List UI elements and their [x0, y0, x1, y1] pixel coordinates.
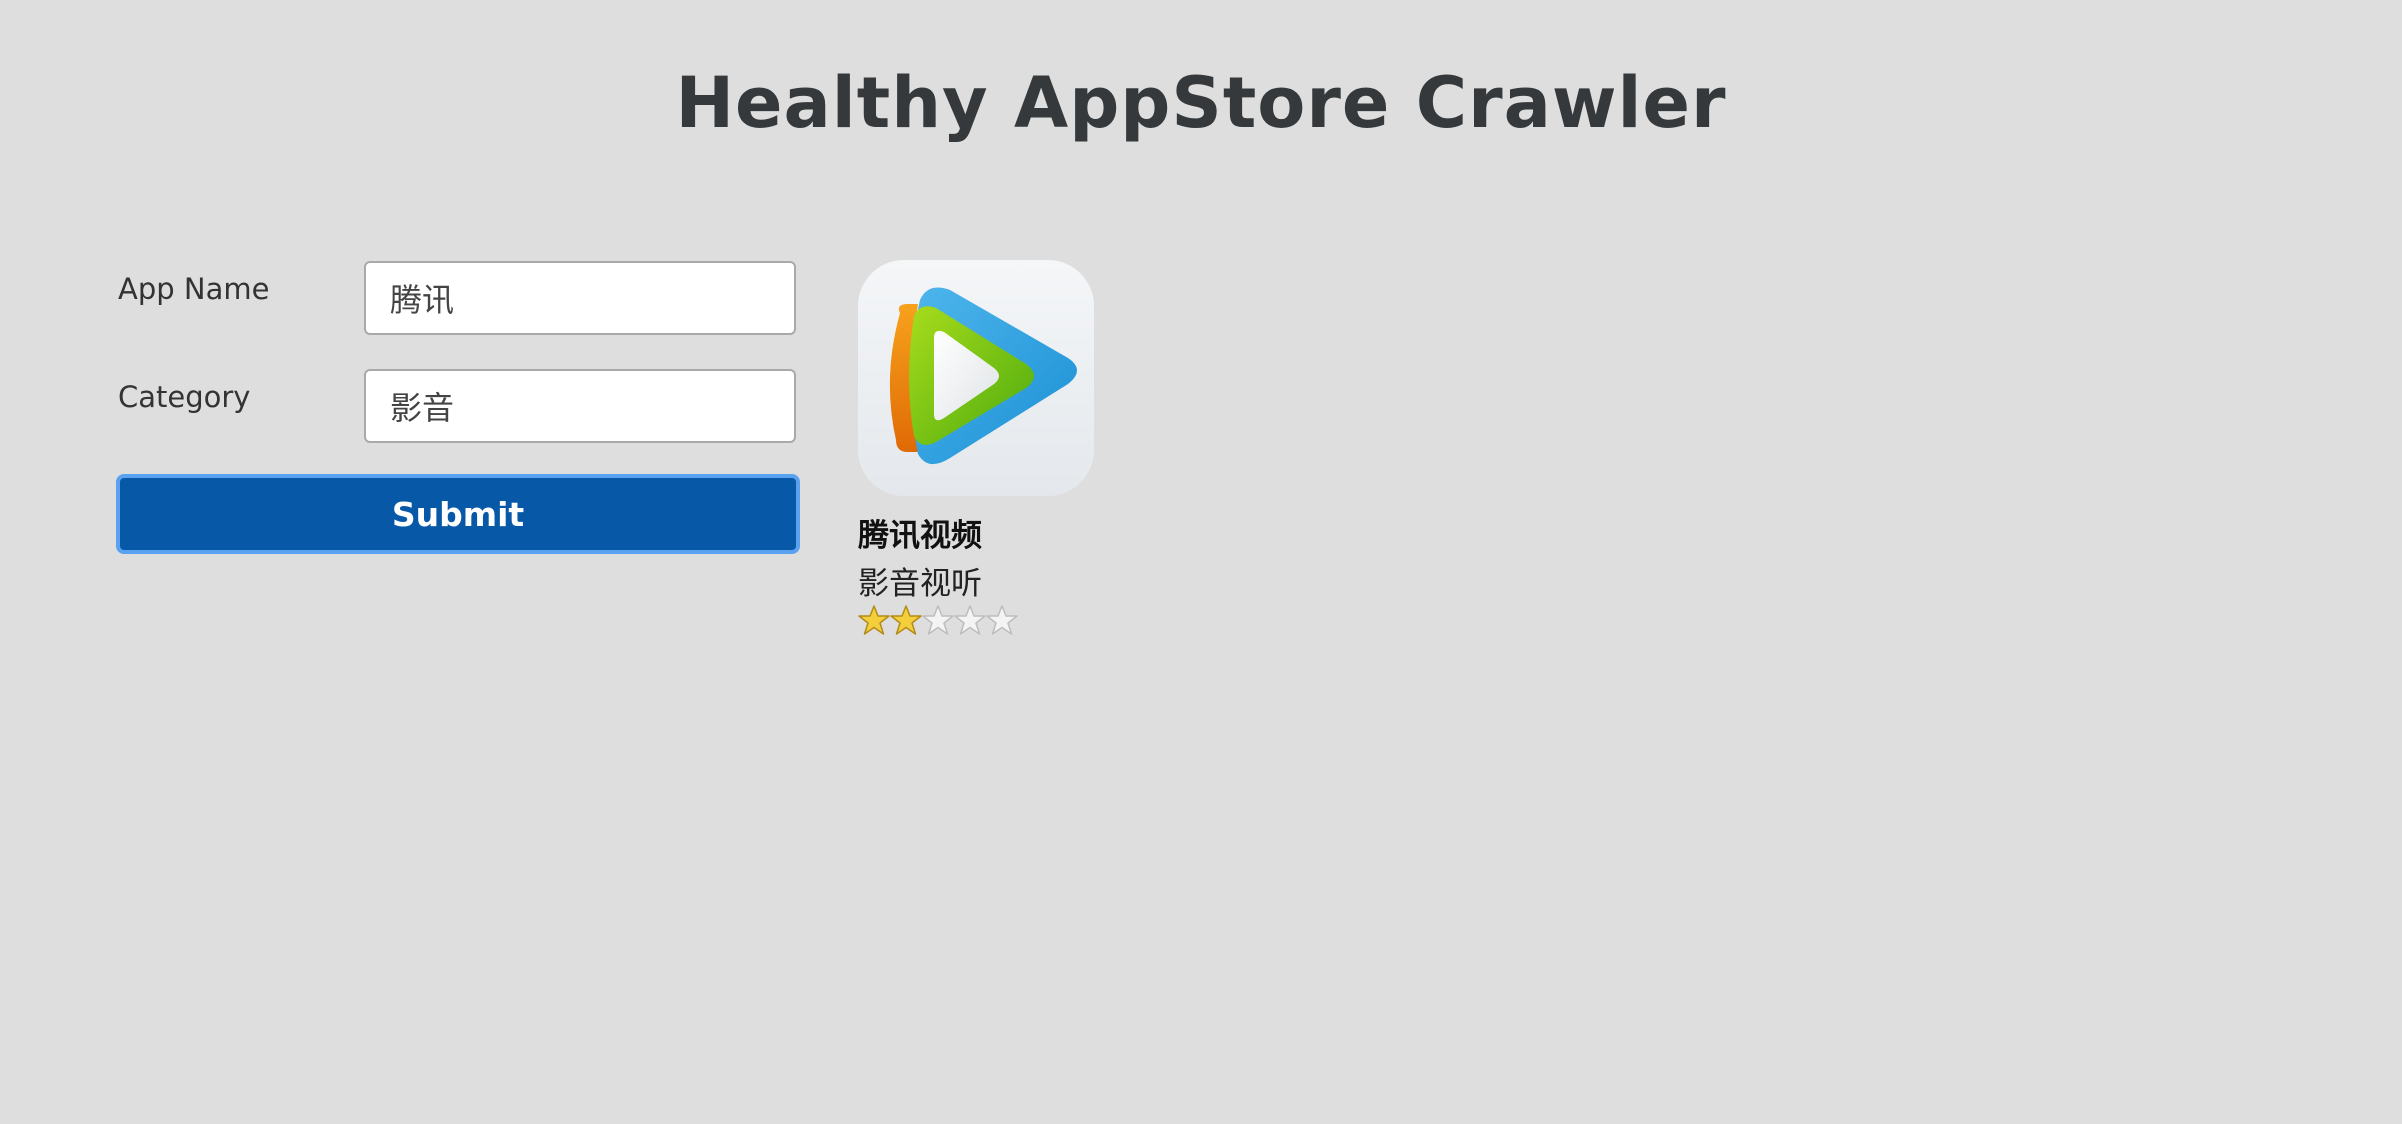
app-name-label: App Name	[118, 272, 270, 306]
category-label: Category	[118, 380, 251, 414]
category-input[interactable]	[364, 369, 796, 443]
star-empty-icon	[922, 605, 954, 635]
app-name[interactable]: 腾讯视频	[858, 510, 982, 555]
app-category: 影音视听	[858, 566, 982, 602]
star-filled-icon	[890, 605, 922, 635]
app-name-input[interactable]	[364, 261, 796, 335]
star-filled-icon	[858, 605, 890, 635]
tencent-video-icon[interactable]	[858, 260, 1094, 496]
page-title: Healthy AppStore Crawler	[675, 62, 1727, 144]
star-rating	[858, 604, 1018, 636]
star-empty-icon	[954, 605, 986, 635]
play-icon	[889, 287, 1077, 465]
star-empty-icon	[986, 605, 1018, 635]
submit-button[interactable]: Submit	[116, 474, 800, 554]
app-result-card[interactable]: 腾讯视频 影音视听	[858, 260, 1278, 660]
